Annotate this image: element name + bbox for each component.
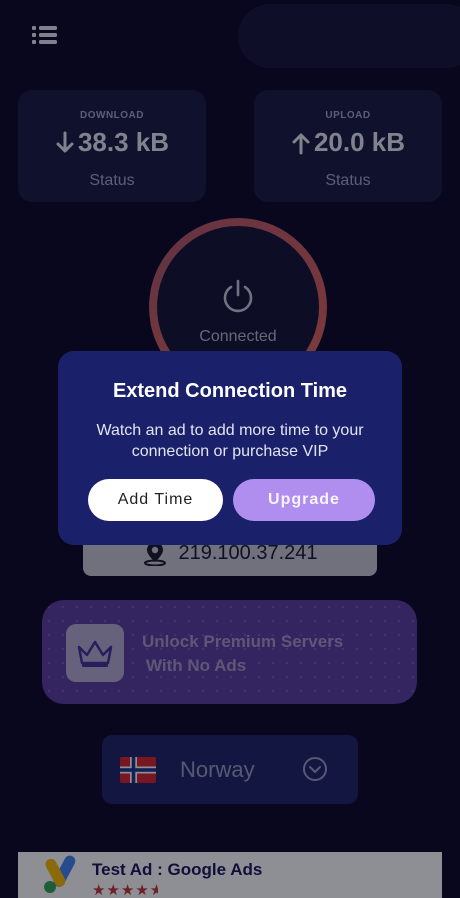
upgrade-button[interactable]: Upgrade [233,479,375,521]
extend-time-dialog: Extend Connection Time Watch an ad to ad… [58,351,402,545]
dialog-message: Watch an ad to add more time to your con… [96,422,364,460]
dialog-title: Extend Connection Time [112,380,348,402]
add-time-button[interactable]: Add Time [88,479,223,521]
